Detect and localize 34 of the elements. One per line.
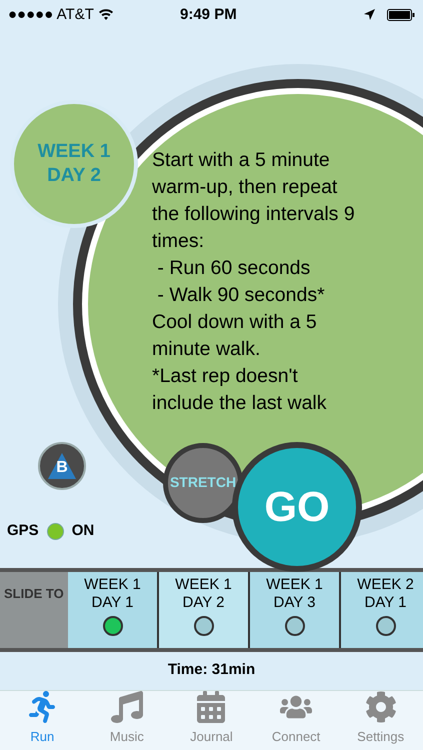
week-label: WEEK 1 xyxy=(38,140,110,164)
brand-button[interactable]: B xyxy=(38,442,86,490)
day-cell[interactable]: WEEK 1 DAY 1 xyxy=(68,572,159,648)
gps-state: ON xyxy=(72,520,94,541)
day-label: DAY 1 xyxy=(364,594,406,612)
day-cell[interactable]: WEEK 1 DAY 3 xyxy=(250,572,341,648)
battery-icon xyxy=(387,8,415,21)
week-label: WEEK 2 xyxy=(357,576,414,594)
wifi-icon xyxy=(98,8,114,21)
music-icon xyxy=(110,690,143,722)
tab-button[interactable]: Run xyxy=(0,690,85,750)
tab-button[interactable]: Settings xyxy=(338,690,423,750)
day-label: DAY 3 xyxy=(274,594,316,612)
location-arrow-icon xyxy=(364,9,375,20)
day-label: DAY 1 xyxy=(92,594,134,612)
week-label: WEEK 1 xyxy=(266,576,323,594)
tab-button[interactable]: Journal xyxy=(169,690,254,750)
tab-button[interactable]: Music xyxy=(84,690,170,750)
carrier-label: ●●●●● AT&T xyxy=(8,4,94,25)
slide-label: SLIDE TO xyxy=(0,572,68,648)
settings-icon xyxy=(364,690,397,722)
total-time: Time: 31min xyxy=(168,660,256,680)
workout-description: Start with a 5 minute warm-up, then repeat the following intervals 9 times: - Run 60 seconds - Walk 90 seconds* Cool down with a 5 minute walk. *Last rep doesn't include the last walk xyxy=(152,148,356,416)
clock-time: 9:49 PM xyxy=(180,4,237,25)
day-cell[interactable]: WEEK 2 DAY 1 xyxy=(341,572,423,648)
week-label: WEEK 1 xyxy=(175,576,232,594)
day-label: DAY 2 xyxy=(182,594,224,612)
tab-button[interactable]: Connect xyxy=(254,690,338,750)
day-cell[interactable]: WEEK 1 DAY 2 xyxy=(159,572,250,648)
gps-label: GPS xyxy=(7,520,39,541)
week-label: WEEK 1 xyxy=(84,576,141,594)
day-label: DAY 2 xyxy=(47,164,101,188)
journal-icon xyxy=(195,690,228,722)
day-slider[interactable]: SLIDE TO WEEK 1 DAY 1 WEEK 1 DAY 2 WEEK 1 DAY 3 WEEK 2 DAY 1 xyxy=(0,568,423,652)
